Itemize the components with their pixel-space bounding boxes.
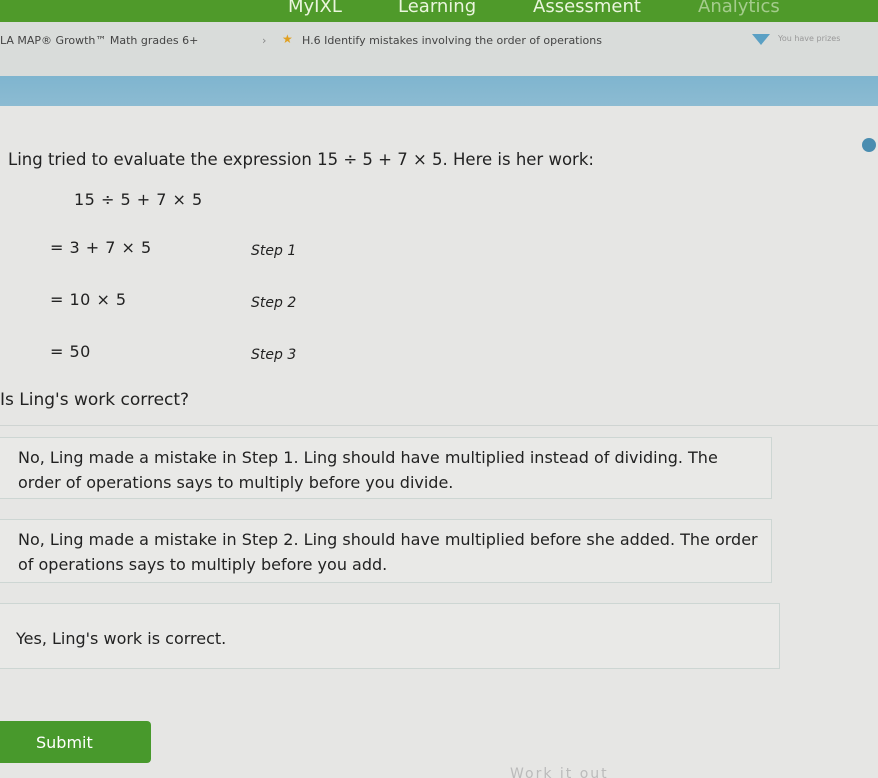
- prompt-expression: 15 ÷ 5 + 7 × 5: [317, 150, 443, 169]
- star-icon: ★: [282, 32, 293, 46]
- prize-text[interactable]: You have prizes: [778, 34, 840, 43]
- breadcrumb-grade[interactable]: LA MAP® Growth™ Math grades 6+: [0, 34, 198, 47]
- nav-myixl[interactable]: MyIXL: [288, 0, 342, 17]
- work-start: 15 ÷ 5 + 7 × 5: [74, 190, 203, 209]
- progress-strip: [0, 76, 878, 106]
- submit-button[interactable]: Submit: [0, 721, 151, 763]
- prompt-text: Ling tried to evaluate the expression: [8, 150, 318, 169]
- prompt-text-end: . Here is her work:: [442, 150, 594, 169]
- divider: [0, 425, 878, 426]
- step-2-label: Step 2: [251, 295, 297, 311]
- nav-learning[interactable]: Learning: [398, 0, 476, 17]
- step-3-label: Step 3: [251, 347, 297, 363]
- step-1-label: Step 1: [251, 243, 297, 259]
- choice-step-2[interactable]: No, Ling made a mistake in Step 2. Ling …: [0, 519, 772, 583]
- nav-assessment[interactable]: Assessment: [533, 0, 641, 17]
- chevron-right-icon: ›: [262, 34, 267, 47]
- choice-correct[interactable]: Yes, Ling's work is correct.: [0, 603, 780, 669]
- prize-icon[interactable]: [750, 32, 772, 46]
- step-3-expression: = 50: [50, 342, 91, 361]
- question-ask: Is Ling's work correct?: [0, 390, 190, 410]
- choice-step-1[interactable]: No, Ling made a mistake in Step 1. Ling …: [0, 437, 772, 499]
- step-1-expression: = 3 + 7 × 5: [50, 238, 152, 257]
- top-navigation: MyIXL Learning Assessment Analytics: [0, 0, 878, 22]
- footer-text: Work it out: [510, 766, 609, 778]
- step-2-expression: = 10 × 5: [50, 290, 127, 309]
- nav-analytics[interactable]: Analytics: [698, 0, 780, 17]
- breadcrumb-skill: H.6 Identify mistakes involving the orde…: [302, 34, 602, 47]
- breadcrumb: LA MAP® Growth™ Math grades 6+ › ★ H.6 I…: [0, 22, 878, 76]
- question-prompt: Ling tried to evaluate the expression 15…: [8, 150, 594, 169]
- help-icon[interactable]: [862, 138, 876, 152]
